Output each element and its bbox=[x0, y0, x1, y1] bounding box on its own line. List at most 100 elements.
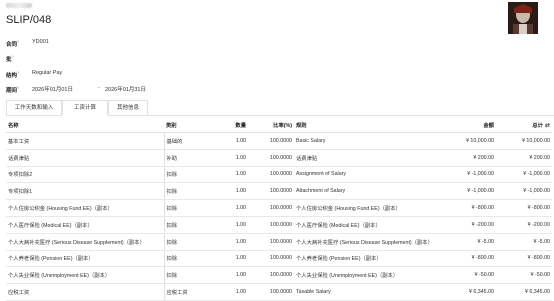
tab-worked-days[interactable]: 工作天数和输入 bbox=[6, 100, 62, 115]
cell-name: 话费津贴 bbox=[6, 149, 164, 167]
cell-rule: 个人失业保险 (Unemployment EE)（副本） bbox=[294, 266, 454, 285]
cell-rate: 100.0000 bbox=[248, 266, 294, 285]
cell-rate: 100.0000 bbox=[248, 250, 294, 268]
cell-rate: 100.0000 bbox=[248, 166, 294, 184]
salary-lines-table: 名称 类别 数量 比率(%) 规则 金额 总计 ⇄ 基本工资 基础的 1.00 100.… bbox=[6, 118, 552, 301]
table-row[interactable]: 专项扣除2 扣除 1.00 100.0000 Assignment of Salary ¥… bbox=[6, 166, 552, 184]
employee-avatar[interactable] bbox=[508, 2, 538, 34]
cell-category: 扣除 bbox=[163, 182, 228, 201]
col-total-label: 总计 bbox=[532, 123, 543, 129]
period-start[interactable]: 2026年01月01日 bbox=[32, 85, 73, 93]
cell-rate: 100.0000 bbox=[248, 149, 294, 167]
cell-rule: 个人住房公积金 (Housing Fund EE)（副本） bbox=[294, 199, 454, 217]
cell-category: 扣除 bbox=[163, 266, 228, 285]
table-header-row: 名称 类别 数量 比率(%) 规则 金额 总计 ⇄ bbox=[6, 118, 552, 133]
cell-total: ¥ -50.00 bbox=[496, 266, 552, 285]
cell-rate: 100.0000 bbox=[248, 216, 294, 234]
col-rate-header[interactable]: 比率(%) bbox=[248, 118, 294, 133]
table-row[interactable]: 专项扣除1 扣除 1.00 100.0000 Attachment of Salary ¥… bbox=[6, 182, 552, 201]
cell-name: 个人住房公积金 (Housing Fund EE)（副本） bbox=[6, 199, 164, 217]
cell-rate: 100.0000 bbox=[248, 283, 294, 301]
cell-rule: Assignment of Salary bbox=[294, 166, 454, 184]
cell-amount: ¥ 6,345.00 bbox=[454, 283, 496, 301]
cell-quantity: 1.00 bbox=[228, 132, 248, 150]
cell-amount: ¥ 200.00 bbox=[454, 149, 496, 167]
cell-quantity: 1.00 bbox=[228, 166, 248, 184]
cell-name: 个人失业保险 (Unemployment EE)（副本） bbox=[6, 266, 164, 285]
cell-quantity: 1.00 bbox=[228, 266, 248, 285]
cell-category: 扣除 bbox=[163, 166, 228, 184]
cell-name: 基本工资 bbox=[6, 132, 164, 150]
cell-name: 个人大病补充医疗 (Serious Disease Supplement)（副本… bbox=[6, 233, 164, 251]
cell-amount: ¥ 10,000.00 bbox=[454, 132, 496, 150]
blurred-breadcrumb bbox=[6, 3, 32, 8]
cell-quantity: 1.00 bbox=[228, 216, 248, 234]
cell-rule: Attachment of Salary bbox=[294, 182, 454, 201]
cell-name: 应税工资 bbox=[6, 283, 164, 301]
cell-total: ¥ 200.00 bbox=[496, 149, 552, 167]
cell-category: 基础的 bbox=[163, 132, 228, 150]
table-row[interactable]: 个人失业保险 (Unemployment EE)（副本） 扣除 1.00 100.00… bbox=[6, 266, 552, 285]
col-amount-header[interactable]: 金额 bbox=[454, 118, 496, 133]
table-row[interactable]: 基本工资 基础的 1.00 100.0000 Basic Salary ¥ 10,000.… bbox=[6, 132, 552, 150]
cell-total: ¥ -200.00 bbox=[496, 216, 552, 234]
cell-amount: ¥ -800.00 bbox=[454, 250, 496, 268]
table-row[interactable]: 应税工资 应税工资 1.00 100.0000 Taxable Salary ¥ 6,34… bbox=[6, 283, 552, 301]
table-row[interactable]: 个人养老保险 (Pension EE)（副本） 扣除 1.00 100.0000 个人养… bbox=[6, 250, 552, 268]
structure-label: 结构? bbox=[6, 70, 20, 79]
period-separator: - bbox=[98, 85, 100, 91]
cell-rate: 100.0000 bbox=[248, 182, 294, 201]
cell-rule: 话费津贴 bbox=[294, 149, 454, 167]
sliders-icon[interactable]: ⇄ bbox=[545, 122, 550, 129]
avatar-image bbox=[508, 2, 538, 34]
contract-label: 合同? bbox=[6, 39, 20, 48]
cell-total: ¥ -1,000.00 bbox=[496, 182, 552, 201]
cell-amount: ¥ -1,000.00 bbox=[454, 182, 496, 201]
cell-rate: 100.0000 bbox=[248, 132, 294, 150]
period-label: 期间? bbox=[6, 85, 20, 94]
cell-name: 专项扣除1 bbox=[6, 182, 164, 201]
cell-quantity: 1.00 bbox=[228, 182, 248, 201]
tab-other-info[interactable]: 其他信息 bbox=[108, 100, 148, 115]
structure-value[interactable]: Regular Pay bbox=[32, 70, 62, 76]
cell-category: 补助 bbox=[163, 149, 228, 167]
col-total-header[interactable]: 总计 ⇄ bbox=[496, 118, 552, 133]
cell-rule: 个人养老保险 (Pension EE)（副本） bbox=[294, 250, 454, 268]
contract-value[interactable]: YD001 bbox=[32, 39, 49, 45]
cell-total: ¥ -5.00 bbox=[496, 233, 552, 251]
cell-quantity: 1.00 bbox=[228, 149, 248, 167]
cell-category: 扣除 bbox=[163, 250, 228, 268]
cell-quantity: 1.00 bbox=[228, 283, 248, 301]
table-row[interactable]: 个人大病补充医疗 (Serious Disease Supplement)（副本… bbox=[6, 233, 552, 251]
cell-category: 扣除 bbox=[163, 233, 228, 251]
col-category-header[interactable]: 类别 bbox=[164, 118, 228, 133]
period-end[interactable]: 2026年01月31日 bbox=[105, 85, 146, 93]
cell-rule: 个人医疗保险 (Medical EE)（副本） bbox=[294, 216, 454, 234]
col-name-header[interactable]: 名称 bbox=[6, 118, 164, 133]
tab-bar: 工作天数和输入 工资计算 其他信息 bbox=[6, 100, 554, 116]
cell-total: ¥ 6,345.00 bbox=[496, 283, 552, 301]
cell-rate: 100.0000 bbox=[248, 233, 294, 251]
cell-total: ¥ 10,000.00 bbox=[496, 132, 552, 150]
cell-category: 应税工资 bbox=[163, 283, 228, 301]
cell-name: 专项扣除2 bbox=[6, 166, 164, 184]
cell-amount: ¥ -1,000.00 bbox=[454, 166, 496, 184]
col-quantity-header[interactable]: 数量 bbox=[228, 118, 248, 133]
cell-category: 扣除 bbox=[163, 216, 228, 234]
cell-amount: ¥ -5.00 bbox=[454, 233, 496, 251]
cell-total: ¥ -1,000.00 bbox=[496, 166, 552, 184]
page-title: SLIP/048 bbox=[6, 14, 52, 26]
cell-name: 个人医疗保险 (Medical EE)（副本） bbox=[6, 216, 164, 234]
cell-rule: 个人大病补充医疗 (Serious Disease Supplement)（副本… bbox=[294, 233, 454, 251]
table-row[interactable]: 个人医疗保险 (Medical EE)（副本） 扣除 1.00 100.0000 个人医… bbox=[6, 216, 552, 234]
col-rule-header[interactable]: 规则 bbox=[294, 118, 454, 133]
cell-rule: Taxable Salary bbox=[294, 283, 454, 301]
cell-rate: 100.0000 bbox=[248, 199, 294, 217]
table-row[interactable]: 个人住房公积金 (Housing Fund EE)（副本） 扣除 1.00 100.0… bbox=[6, 199, 552, 217]
batch-label: 批? bbox=[6, 54, 14, 63]
tab-salary-computation[interactable]: 工资计算 bbox=[62, 100, 108, 116]
cell-total: ¥ -800.00 bbox=[496, 250, 552, 268]
table-row[interactable]: 话费津贴 补助 1.00 100.0000 话费津贴 ¥ 200.00 ¥ 200.00 bbox=[6, 149, 552, 167]
cell-amount: ¥ -800.00 bbox=[454, 199, 496, 217]
cell-category: 扣除 bbox=[163, 199, 228, 217]
